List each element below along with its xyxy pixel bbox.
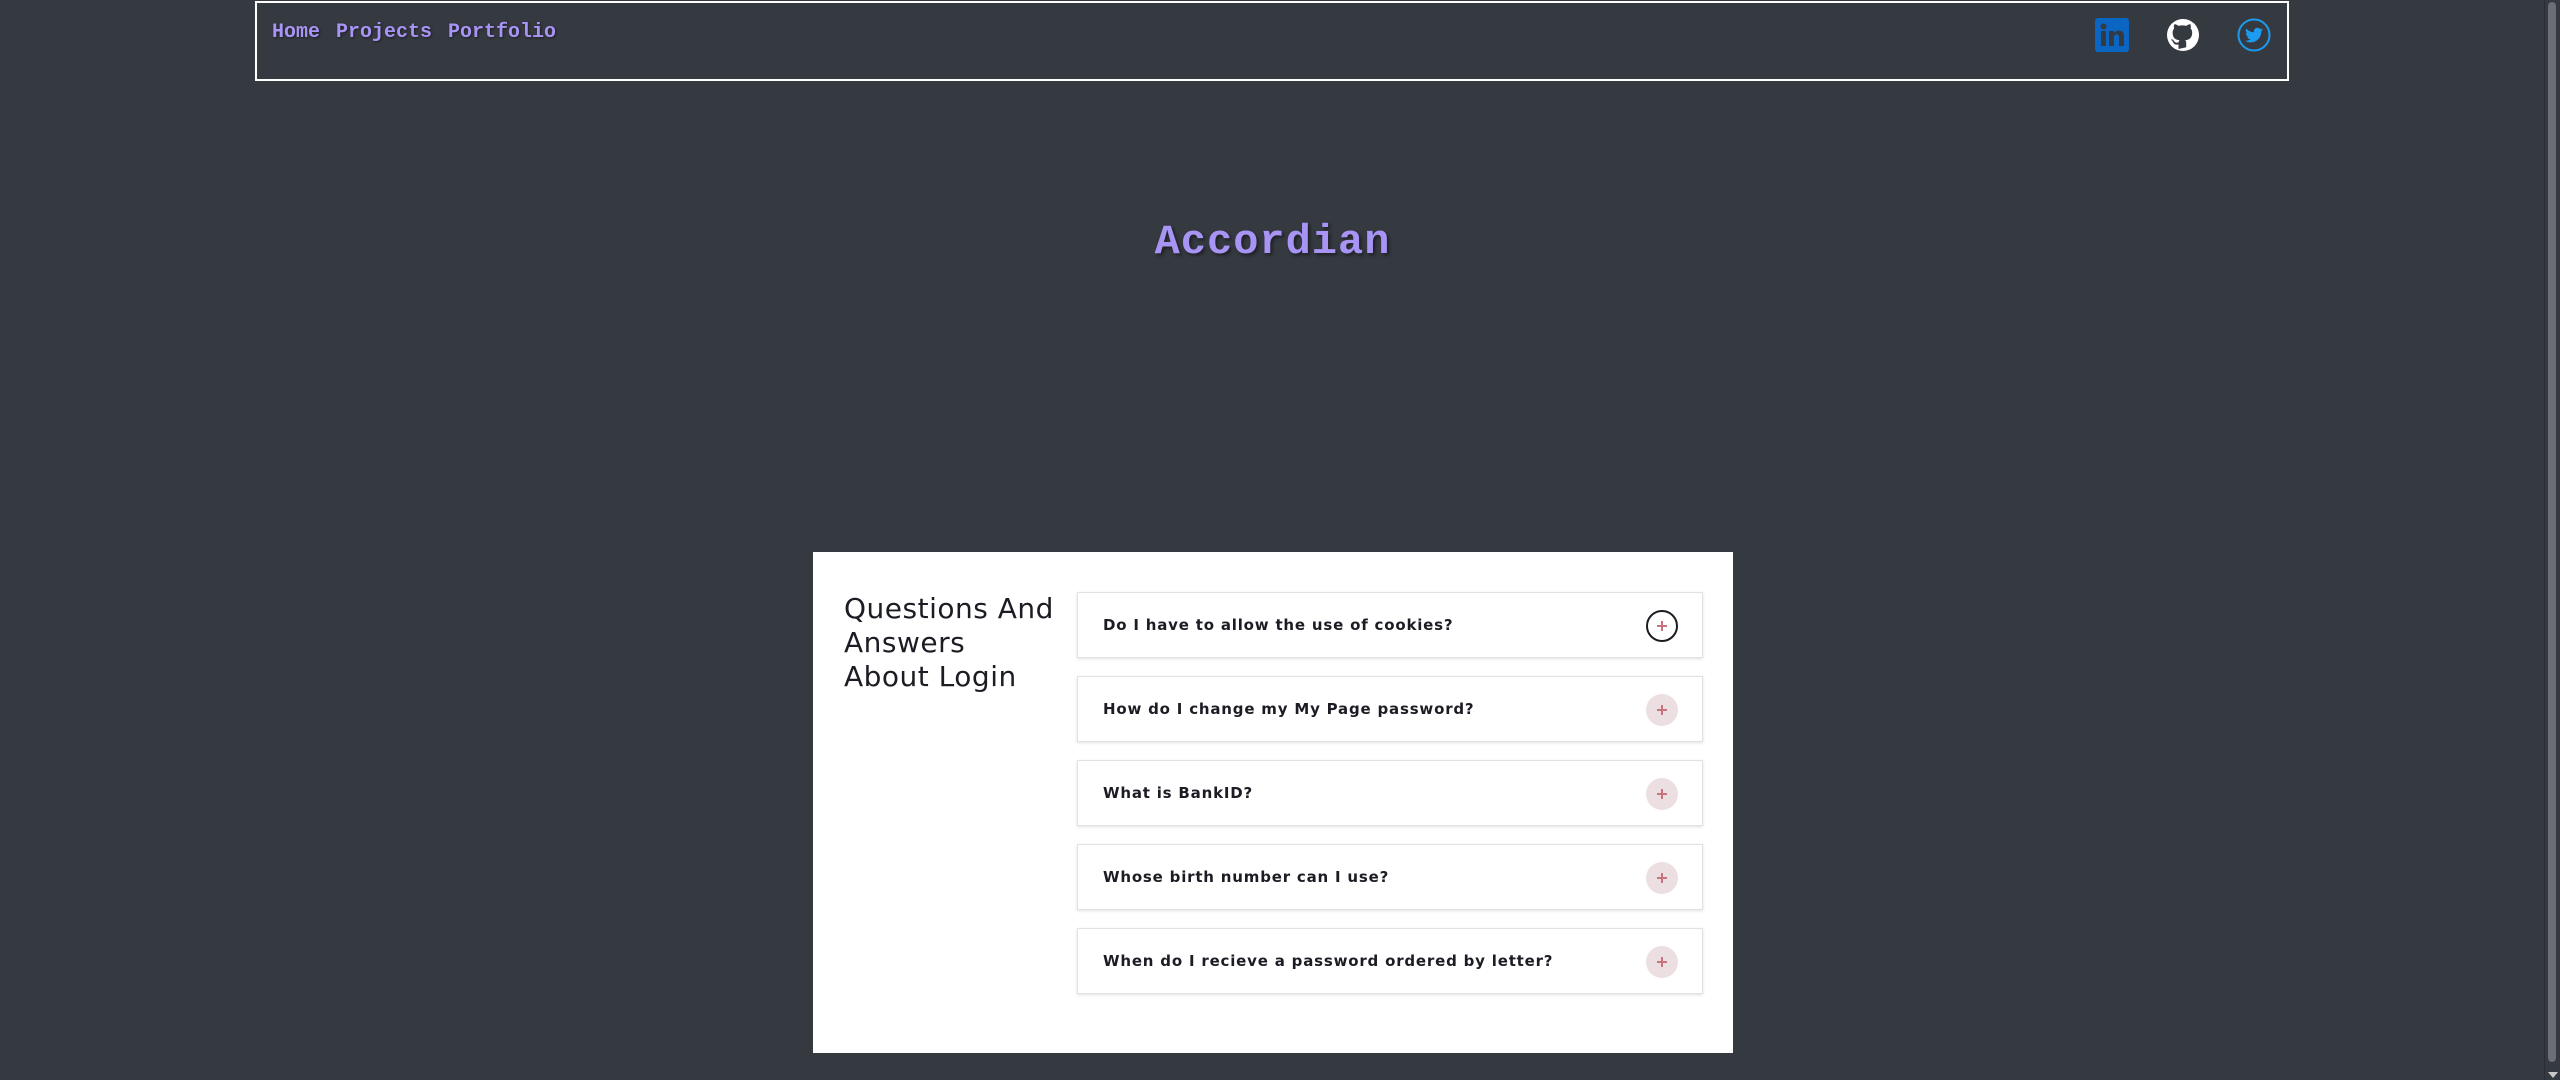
top-navbar: Home Projects Portfolio [255, 1, 2289, 81]
nav-link-projects[interactable]: Projects [336, 21, 432, 44]
social-links [2095, 18, 2271, 52]
nav-links: Home Projects Portfolio [272, 21, 556, 44]
expand-plus-icon[interactable] [1646, 778, 1678, 810]
faq-question: How do I change my My Page password? [1103, 700, 1475, 718]
twitter-icon[interactable] [2237, 18, 2271, 52]
linkedin-icon[interactable] [2095, 18, 2129, 52]
nav-link-portfolio[interactable]: Portfolio [448, 21, 556, 44]
expand-plus-icon[interactable] [1646, 946, 1678, 978]
faq-item-bankid[interactable]: What is BankID? [1077, 760, 1703, 826]
page-scrollbar[interactable] [2544, 0, 2560, 1080]
faq-item-letter-password[interactable]: When do I recieve a password ordered by … [1077, 928, 1703, 994]
faq-question: Do I have to allow the use of cookies? [1103, 616, 1454, 634]
faq-question: When do I recieve a password ordered by … [1103, 952, 1554, 970]
scrollbar-thumb[interactable] [2548, 2, 2556, 1062]
page-title: Accordian [1154, 218, 1391, 267]
faq-question: Whose birth number can I use? [1103, 868, 1390, 886]
faq-list: Do I have to allow the use of cookies? H… [1077, 592, 1703, 1012]
faq-item-cookies[interactable]: Do I have to allow the use of cookies? [1077, 592, 1703, 658]
expand-plus-icon[interactable] [1646, 610, 1678, 642]
faq-question: What is BankID? [1103, 784, 1253, 802]
github-icon[interactable] [2166, 18, 2200, 52]
faq-item-birth-number[interactable]: Whose birth number can I use? [1077, 844, 1703, 910]
faq-card: Questions And Answers About Login Do I h… [813, 552, 1733, 1053]
expand-plus-icon[interactable] [1646, 862, 1678, 894]
faq-heading: Questions And Answers About Login [844, 592, 1054, 693]
nav-link-home[interactable]: Home [272, 21, 320, 44]
expand-plus-icon[interactable] [1646, 694, 1678, 726]
faq-item-password[interactable]: How do I change my My Page password? [1077, 676, 1703, 742]
scroll-down-arrow-icon[interactable] [2548, 1072, 2558, 1078]
